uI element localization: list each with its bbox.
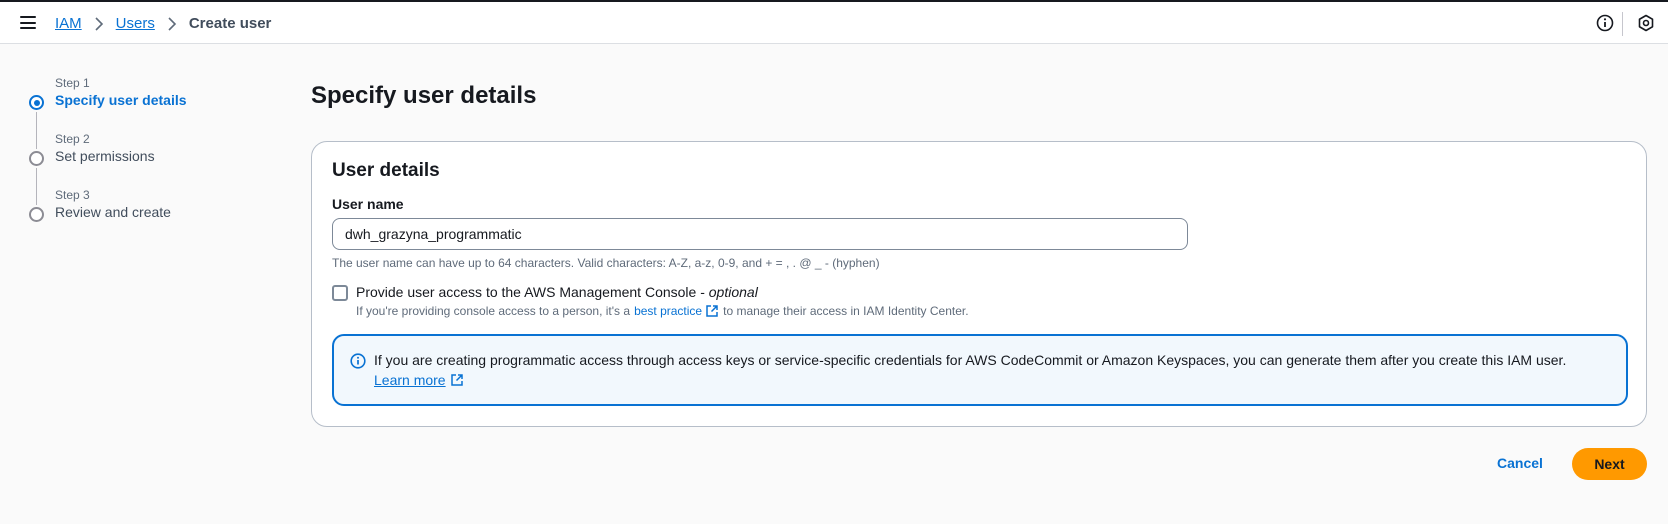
- programmatic-access-info-alert: If you are creating programmatic access …: [332, 334, 1628, 406]
- step-number: Step 3: [55, 188, 90, 202]
- step-label: Set permissions: [55, 148, 155, 164]
- step-number: Step 2: [55, 132, 90, 146]
- breadcrumb-current-page: Create user: [188, 15, 272, 32]
- external-link-icon[interactable]: [705, 304, 719, 318]
- external-link-icon: [450, 373, 464, 387]
- console-access-label-text: Provide user access to the AWS Managemen…: [356, 284, 709, 300]
- username-label: User name: [332, 196, 404, 212]
- learn-more-link[interactable]: Learn more: [374, 372, 468, 388]
- hexagon-settings-icon[interactable]: [1637, 14, 1655, 32]
- chevron-right-icon: [94, 16, 104, 31]
- wizard-step-2: Step 2 Set permissions: [25, 130, 265, 205]
- info-circle-icon: [350, 353, 366, 369]
- card-title: User details: [332, 160, 440, 181]
- optional-marker: optional: [708, 284, 758, 300]
- chevron-right-icon: [167, 16, 177, 31]
- user-details-card: User details User name The user name can…: [311, 141, 1647, 427]
- console-access-desc-after: to manage their access in IAM Identity C…: [723, 304, 969, 318]
- best-practice-link[interactable]: best practice: [634, 304, 702, 318]
- breadcrumb: IAM Users Create user: [55, 15, 271, 32]
- breadcrumb-iam-link[interactable]: IAM: [55, 15, 82, 32]
- hamburger-menu-icon[interactable]: [20, 16, 36, 29]
- wizard-step-1[interactable]: Step 1 Specify user details: [25, 74, 265, 149]
- learn-more-text: Learn more: [374, 372, 446, 388]
- console-access-label[interactable]: Provide user access to the AWS Managemen…: [356, 284, 758, 300]
- wizard-step-3: Step 3 Review and create: [25, 186, 265, 242]
- console-access-desc-before: If you're providing console access to a …: [356, 304, 631, 318]
- info-alert-text: If you are creating programmatic access …: [374, 352, 1567, 368]
- top-navigation-bar: IAM Users Create user: [0, 0, 1668, 44]
- username-input[interactable]: [332, 218, 1188, 250]
- cancel-button[interactable]: Cancel: [1490, 451, 1550, 475]
- wizard-steps: Step 1 Specify user details Step 2 Set p…: [25, 74, 265, 242]
- step-pending-icon: [29, 207, 44, 222]
- console-access-checkbox[interactable]: [332, 285, 348, 301]
- next-button[interactable]: Next: [1572, 448, 1647, 480]
- username-constraint-text: The user name can have up to 64 characte…: [332, 256, 880, 270]
- topbar-divider: [1622, 12, 1623, 36]
- step-label: Specify user details: [55, 92, 187, 108]
- info-circle-icon[interactable]: [1596, 14, 1614, 32]
- step-number: Step 1: [55, 76, 90, 90]
- step-active-icon: [29, 95, 44, 110]
- console-access-description: If you're providing console access to a …: [356, 304, 969, 318]
- step-pending-icon: [29, 151, 44, 166]
- page-title: Specify user details: [311, 82, 537, 109]
- step-label: Review and create: [55, 204, 171, 220]
- breadcrumb-users-link[interactable]: Users: [116, 15, 155, 32]
